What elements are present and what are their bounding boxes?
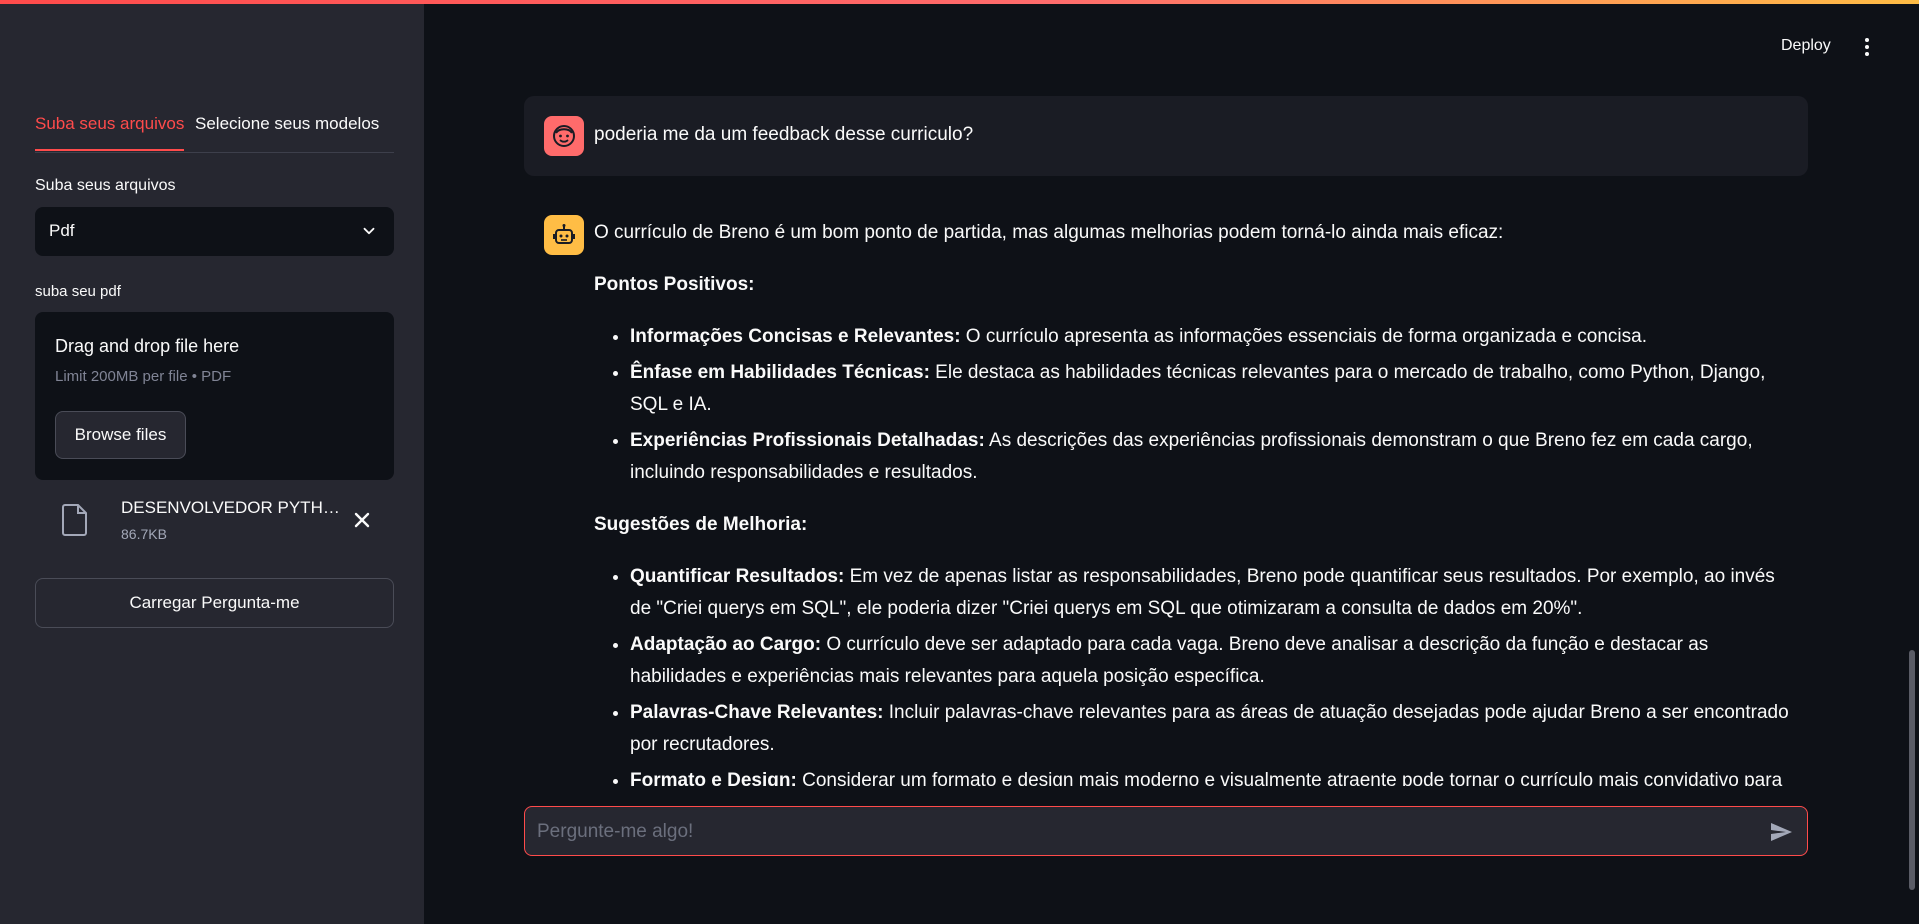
tab-select-models[interactable]: Selecione seus modelos [195,114,379,134]
upload-type-label: Suba seus arquivos [35,177,176,194]
positives-heading: Pontos Positivos: [594,274,755,295]
file-dropzone[interactable]: Drag and drop file here Limit 200MB per … [35,312,394,480]
sidebar: Suba seus arquivos Selecione seus modelo… [0,0,424,924]
chat-messages: poderia me da um feedback desse curricul… [524,96,1808,786]
list-item: Experiências Profissionais Detalhadas: A… [630,425,1794,489]
browse-files-button[interactable]: Browse files [55,411,186,459]
list-item-title: Experiências Profissionais Detalhadas: [630,430,985,451]
list-item: Adaptação ao Cargo: O currículo deve ser… [630,629,1794,693]
uploaded-file-item: DESENVOLVEDOR PYTHON.pdf 86.7KB [35,490,394,550]
top-decoration-bar [0,0,1919,4]
sidebar-tabs: Suba seus arquivos Selecione seus modelo… [35,112,394,153]
tab-upload-files[interactable]: Suba seus arquivos [35,114,185,151]
list-item-text: Considerar um formato e design mais mode… [802,770,1783,786]
chat-input-box[interactable] [524,806,1808,857]
uploaded-file-name: DESENVOLVEDOR PYTHON.pdf [121,498,351,517]
uploaded-file-size: 86.7KB [121,526,167,542]
file-type-select-value: Pdf [49,221,75,240]
list-item: Palavras-Chave Relevantes: Incluir palav… [630,697,1794,761]
close-icon[interactable] [352,510,372,530]
load-pergunta-me-button[interactable]: Carregar Pergunta-me [35,578,394,628]
list-item: Quantificar Resultados: Em vez de apenas… [630,561,1794,625]
list-item-title: Ênfase em Habilidades Técnicas: [630,362,930,383]
list-item-title: Palavras-Chave Relevantes: [630,702,884,723]
dropzone-limit-text: Limit 200MB per file • PDF [55,368,232,385]
list-item: Ênfase em Habilidades Técnicas: Ele dest… [630,357,1794,421]
list-item: Informações Concisas e Relevantes: O cur… [630,321,1794,353]
chevron-down-icon [363,227,375,235]
assistant-avatar [544,215,584,255]
user-message: poderia me da um feedback desse curricul… [524,96,1808,176]
list-item-title: Informações Concisas e Relevantes: [630,326,961,347]
file-icon [62,504,87,536]
robot-icon [553,224,575,244]
list-item-title: Adaptação ao Cargo: [630,634,822,655]
pdf-upload-label: suba seu pdf [35,283,121,300]
dropzone-title: Drag and drop file here [55,336,240,356]
suggestions-heading: Sugestões de Melhoria: [594,514,808,535]
send-icon[interactable] [1769,820,1793,844]
assistant-intro: O currículo de Breno é um bom ponto de p… [594,222,1504,243]
list-item-title: Formato e Design: [630,770,797,786]
list-item-text: O currículo apresenta as informações ess… [960,326,1647,347]
suggestions-list: Quantificar Resultados: Em vez de apenas… [594,561,1794,786]
deploy-button[interactable]: Deploy [1781,37,1831,55]
kebab-menu-icon[interactable] [1857,36,1877,58]
assistant-message: O currículo de Breno é um bom ponto de p… [594,217,1794,786]
positives-list: Informações Concisas e Relevantes: O cur… [594,321,1794,489]
scrollbar[interactable] [1909,650,1915,890]
user-avatar [544,116,584,156]
user-message-text: poderia me da um feedback desse curricul… [594,124,974,145]
file-type-select[interactable]: Pdf [35,207,394,256]
chat-input[interactable] [535,807,1739,857]
user-face-icon [553,125,575,147]
list-item-title: Quantificar Resultados: [630,566,845,587]
list-item: Formato e Design: Considerar um formato … [630,765,1794,786]
